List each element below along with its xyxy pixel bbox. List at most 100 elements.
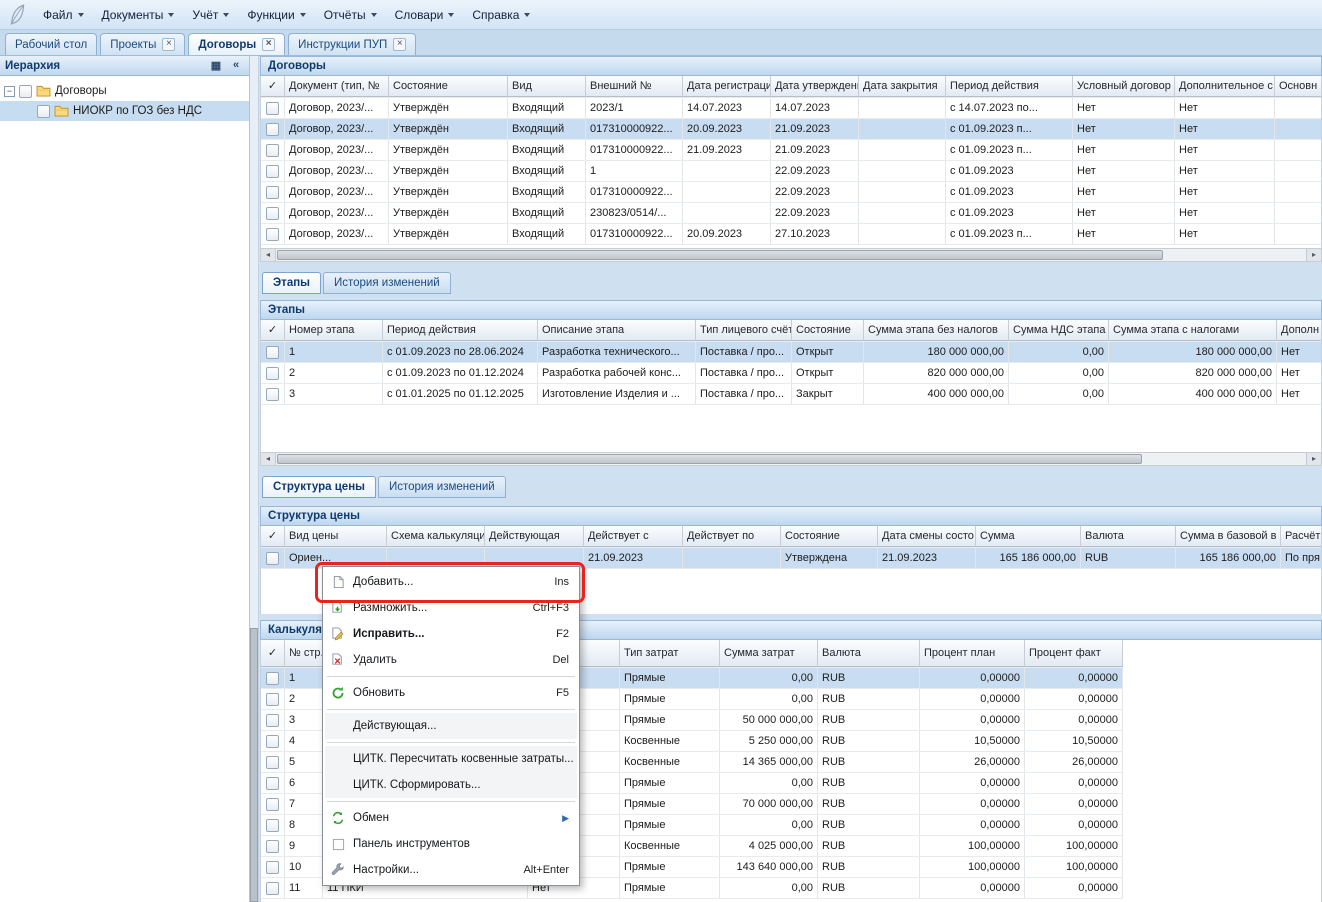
column-header[interactable]: № стр...: [285, 640, 323, 667]
table-row[interactable]: Договор, 2023/...УтверждёнВходящий017310…: [261, 119, 1322, 140]
column-header[interactable]: Состояние: [389, 76, 508, 97]
column-header[interactable]: Документ (тип, №: [285, 76, 389, 97]
context-menu-item[interactable]: ОбновитьF5: [325, 680, 577, 706]
select-all-header[interactable]: ✓: [261, 320, 285, 341]
table-row[interactable]: Договор, 2023/...УтверждёнВходящий017310…: [261, 224, 1322, 245]
column-header[interactable]: Расчёт: [1281, 526, 1322, 547]
row-checkbox[interactable]: [266, 882, 279, 895]
menubar-item[interactable]: Учёт: [183, 4, 238, 26]
table-row[interactable]: 1с 01.09.2023 по 28.06.2024Разработка те…: [261, 342, 1322, 363]
column-header[interactable]: Валюта: [818, 640, 920, 667]
document-tab[interactable]: Договоры×: [188, 33, 285, 55]
table-row[interactable]: Договор, 2023/...УтверждёнВходящий017310…: [261, 140, 1322, 161]
context-menu-item[interactable]: Исправить...F2: [325, 621, 577, 647]
menubar-item[interactable]: Документы: [93, 4, 184, 26]
row-checkbox[interactable]: [266, 819, 279, 832]
scroll-left-icon[interactable]: ◂: [261, 453, 276, 465]
tree-checkbox[interactable]: [37, 105, 50, 118]
context-menu-item[interactable]: Обмен▶: [325, 805, 577, 831]
column-header[interactable]: Валюта: [1081, 526, 1176, 547]
column-header[interactable]: Дата утверждения: [771, 76, 859, 97]
tab[interactable]: История изменений: [378, 476, 506, 498]
column-header[interactable]: Сумма этапа без налогов: [864, 320, 1009, 341]
column-header[interactable]: Схема калькуляци: [387, 526, 485, 547]
collapse-panel-icon[interactable]: «: [228, 59, 244, 72]
scrollbar-track[interactable]: [276, 453, 1306, 465]
context-menu-item[interactable]: УдалитьDel: [325, 647, 577, 673]
tree-item[interactable]: НИОКР по ГОЗ без НДС: [0, 101, 249, 121]
column-header[interactable]: Описание этапа: [538, 320, 696, 341]
document-tab[interactable]: Инструкции ПУП×: [288, 33, 416, 55]
column-header[interactable]: Вид цены: [285, 526, 387, 547]
vertical-scrollbar[interactable]: [250, 56, 259, 902]
table-row[interactable]: Договор, 2023/...УтверждёнВходящий230823…: [261, 203, 1322, 224]
column-header[interactable]: Сумма: [976, 526, 1081, 547]
row-checkbox[interactable]: [266, 552, 279, 565]
row-checkbox[interactable]: [266, 798, 279, 811]
tree-checkbox[interactable]: [19, 85, 32, 98]
row-checkbox[interactable]: [266, 777, 279, 790]
tree-item[interactable]: −Договоры: [0, 81, 249, 101]
tree-expander-icon[interactable]: −: [4, 86, 15, 97]
select-all-header[interactable]: ✓: [261, 640, 285, 667]
scroll-left-icon[interactable]: ◂: [261, 249, 276, 261]
row-checkbox[interactable]: [266, 144, 279, 157]
column-header[interactable]: Дополн: [1277, 320, 1322, 341]
vertical-scrollbar-thumb[interactable]: [250, 628, 258, 902]
column-header[interactable]: Период действия: [946, 76, 1073, 97]
document-tab[interactable]: Рабочий стол: [5, 33, 97, 55]
menubar-item[interactable]: Отчёты: [315, 4, 386, 26]
select-all-header[interactable]: ✓: [261, 526, 285, 547]
row-checkbox[interactable]: [266, 388, 279, 401]
context-menu-item[interactable]: Действующая...: [325, 713, 577, 739]
tab[interactable]: Структура цены: [262, 476, 376, 498]
column-header[interactable]: Действует по: [683, 526, 781, 547]
table-row[interactable]: Договор, 2023/...УтверждёнВходящий2023/1…: [261, 98, 1322, 119]
table-row[interactable]: Договор, 2023/...УтверждёнВходящий122.09…: [261, 161, 1322, 182]
column-header[interactable]: Внешний №: [586, 76, 683, 97]
contracts-horizontal-scrollbar[interactable]: ◂ ▸: [260, 248, 1322, 262]
column-header[interactable]: Тип лицевого счёт: [696, 320, 792, 341]
stages-horizontal-scrollbar[interactable]: ◂ ▸: [260, 452, 1322, 466]
column-header[interactable]: Состояние: [792, 320, 864, 341]
row-checkbox[interactable]: [266, 672, 279, 685]
column-header[interactable]: Действует с: [584, 526, 683, 547]
menubar-item[interactable]: Файл: [34, 4, 93, 26]
column-header[interactable]: Тип затрат: [620, 640, 720, 667]
menubar-item[interactable]: Функции: [238, 4, 314, 26]
column-header[interactable]: Сумма этапа с налогами: [1109, 320, 1277, 341]
column-header[interactable]: Сумма НДС этапа: [1009, 320, 1109, 341]
scroll-right-icon[interactable]: ▸: [1306, 453, 1321, 465]
row-checkbox[interactable]: [266, 123, 279, 136]
tab[interactable]: История изменений: [323, 272, 451, 294]
select-all-header[interactable]: ✓: [261, 76, 285, 97]
row-checkbox[interactable]: [266, 735, 279, 748]
grid-view-icon[interactable]: ▦: [208, 59, 224, 72]
row-checkbox[interactable]: [266, 207, 279, 220]
row-checkbox[interactable]: [266, 714, 279, 727]
context-menu-item[interactable]: ЦИТК. Пересчитать косвенные затраты...: [325, 746, 577, 772]
close-tab-icon[interactable]: ×: [393, 38, 406, 51]
row-checkbox[interactable]: [266, 186, 279, 199]
column-header[interactable]: Номер этапа: [285, 320, 383, 341]
scrollbar-track[interactable]: [276, 249, 1306, 261]
menubar-item[interactable]: Справка: [463, 4, 539, 26]
context-menu-item[interactable]: ЦИТК. Сформировать...: [325, 772, 577, 798]
context-menu-item[interactable]: Добавить...Ins: [325, 569, 577, 595]
row-checkbox[interactable]: [266, 861, 279, 874]
table-row[interactable]: Договор, 2023/...УтверждёнВходящий017310…: [261, 182, 1322, 203]
column-header[interactable]: Условный договор: [1073, 76, 1175, 97]
column-header[interactable]: Основн: [1275, 76, 1322, 97]
context-menu-item[interactable]: Панель инструментов: [325, 831, 577, 857]
row-checkbox[interactable]: [266, 346, 279, 359]
column-header[interactable]: Период действия: [383, 320, 538, 341]
column-header[interactable]: Сумма затрат: [720, 640, 818, 667]
menubar-item[interactable]: Словари: [386, 4, 464, 26]
document-tab[interactable]: Проекты×: [100, 33, 185, 55]
table-row[interactable]: 3с 01.01.2025 по 01.12.2025Изготовление …: [261, 384, 1322, 405]
column-header[interactable]: Дата регистрации: [683, 76, 771, 97]
column-header[interactable]: Дополнительное с: [1175, 76, 1275, 97]
scroll-right-icon[interactable]: ▸: [1306, 249, 1321, 261]
column-header[interactable]: Процент факт: [1025, 640, 1123, 667]
row-checkbox[interactable]: [266, 165, 279, 178]
